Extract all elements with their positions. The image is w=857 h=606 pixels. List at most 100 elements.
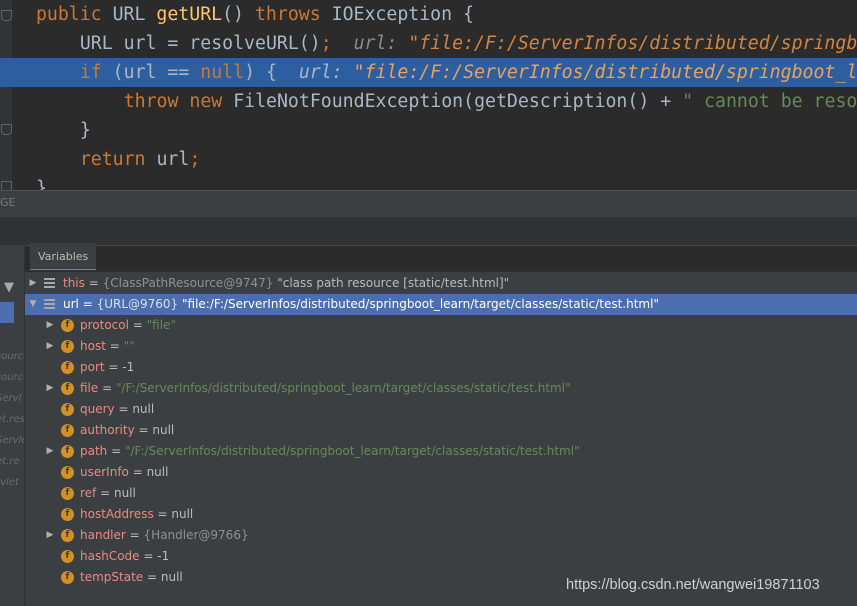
variable-text: hostAddress = null [80,504,193,525]
variable-type: {ClassPathResource@9747} [102,276,274,290]
frames-panel[interactable]: ▼ source, source, Servl et.res Servle et.re rv… [0,245,25,606]
field-icon: f [61,445,74,458]
filter-icon[interactable]: ▼ [4,280,14,295]
equals-sign: = [128,465,147,479]
variable-value: -1 [122,360,135,374]
code-line[interactable]: URL url = resolveURL(); url: "file:/F:/S… [0,29,857,58]
variable-name: path [80,444,108,458]
variable-row[interactable]: ▶ this = {ClassPathResource@9747} "class … [25,273,857,294]
variable-row[interactable]: f authority = null [25,420,857,441]
frame-item[interactable]: Servl [0,393,21,404]
variable-row[interactable]: f ref = null [25,483,857,504]
code-editor[interactable]: public URL getURL() throws IOException {… [0,0,857,190]
variable-row[interactable]: f query = null [25,399,857,420]
variable-row[interactable]: ▶ f host = "" [25,336,857,357]
variable-row[interactable]: f userInfo = null [25,462,857,483]
variable-value: "" [123,339,135,353]
panel-title: GE [0,196,16,209]
variable-text: handler = {Handler@9766} [80,525,249,546]
variable-text: file = "/F:/ServerInfos/distributed/spri… [80,378,571,399]
field-icon: f [61,550,74,563]
variable-name: userInfo [80,465,129,479]
variable-row[interactable]: ▶ f path = "/F:/ServerInfos/distributed/sp… [25,441,857,462]
frame-item[interactable]: rvlet [0,477,19,488]
variable-row[interactable]: ▶ f file = "/F:/ServerInfos/distributed/sp… [25,378,857,399]
variable-name: handler [80,528,126,542]
field-icon: f [61,403,74,416]
field-icon: f [61,424,74,437]
code-token: "file:/F:/ServerInfos/distributed/spring… [353,62,857,83]
field-icon: f [61,487,74,500]
code-token: URL url = resolveURL() [79,33,321,54]
variable-row[interactable]: ▼ url = {URL@9760} "file:/F:/ServerInfos/… [25,294,857,315]
code-token: FileNotFoundException(getDescription() + [233,91,683,112]
equals-sign: = [114,402,133,416]
variable-row[interactable]: f hostAddress = null [25,504,857,525]
field-icon: f [61,529,74,542]
variable-value: null [160,570,183,584]
frame-item[interactable]: source, [0,351,24,362]
frame-item[interactable]: source, [0,372,24,383]
code-token: url [156,149,190,170]
code-token: ; [189,149,201,170]
variable-text: this = {ClassPathResource@9747} "class p… [63,273,509,294]
equals-sign: = [96,486,114,500]
code-token: "file:/F:/ServerInfos/distributed/spring… [408,33,857,54]
expand-right-icon[interactable]: ▶ [45,378,55,399]
variable-name: authority [80,423,135,437]
variable-list-icon [44,299,55,310]
variable-value: null [132,402,155,416]
code-token: } [79,120,91,141]
code-token: throw new [123,91,234,112]
code-line[interactable]: return url; [0,145,857,174]
code-line[interactable]: public URL getURL() throws IOException { [0,0,857,29]
variable-text: host = "" [80,336,135,357]
equals-sign: = [143,570,161,584]
expand-right-icon[interactable]: ▶ [28,273,38,294]
code-token: if [79,62,113,83]
code-line[interactable]: } [0,116,857,145]
expand-down-icon[interactable]: ▼ [28,294,38,315]
expand-right-icon[interactable]: ▶ [45,525,55,546]
equals-sign: = [104,360,123,374]
variable-row[interactable]: ▶ f handler = {Handler@9766} [25,525,857,546]
frame-item[interactable]: et.re [0,456,20,467]
frame-item[interactable]: Servle [0,435,24,446]
variable-name: protocol [80,318,129,332]
tab-variables[interactable]: Variables [30,243,96,271]
frame-item[interactable]: et.res [0,414,24,425]
field-icon: f [61,319,74,332]
variable-value: -1 [157,549,170,563]
variable-value: null [171,507,194,521]
code-line-current[interactable]: if (url == null) { url: "file:/F:/Server… [0,58,857,87]
variable-name: this [63,276,85,290]
variable-row[interactable]: ▶ f protocol = "file" [25,315,857,336]
expand-right-icon[interactable]: ▶ [45,441,55,462]
expand-right-icon[interactable]: ▶ [45,336,55,357]
panel-splitter[interactable]: GE [0,190,857,217]
variable-value: null [152,423,175,437]
field-icon: f [61,361,74,374]
equals-sign: = [98,381,116,395]
field-icon: f [61,340,74,353]
field-icon: f [61,466,74,479]
variable-row[interactable]: f port = -1 [25,357,857,378]
variable-text: tempState = null [80,567,183,588]
selected-frame[interactable] [0,302,14,323]
code-token: (url == [112,62,201,83]
equals-sign: = [105,339,124,353]
code-token: throws [254,4,332,25]
expand-right-icon[interactable]: ▶ [45,315,55,336]
equals-sign: = [134,423,153,437]
equals-sign: = [128,318,147,332]
code-line[interactable]: } [0,174,857,190]
variable-value: "file:/F:/ServerInfos/distributed/spring… [182,297,659,311]
equals-sign: = [153,507,172,521]
variable-row[interactable]: f hashCode = -1 [25,546,857,567]
variable-name: file [80,381,99,395]
variables-tree[interactable]: ▶ this = {ClassPathResource@9747} "class … [25,272,857,606]
variable-name: url [63,297,79,311]
code-token: " cannot be resolved to URL because it d… [682,91,857,112]
code-line[interactable]: throw new FileNotFoundException(getDescr… [0,87,857,116]
code-token: () [222,4,255,25]
